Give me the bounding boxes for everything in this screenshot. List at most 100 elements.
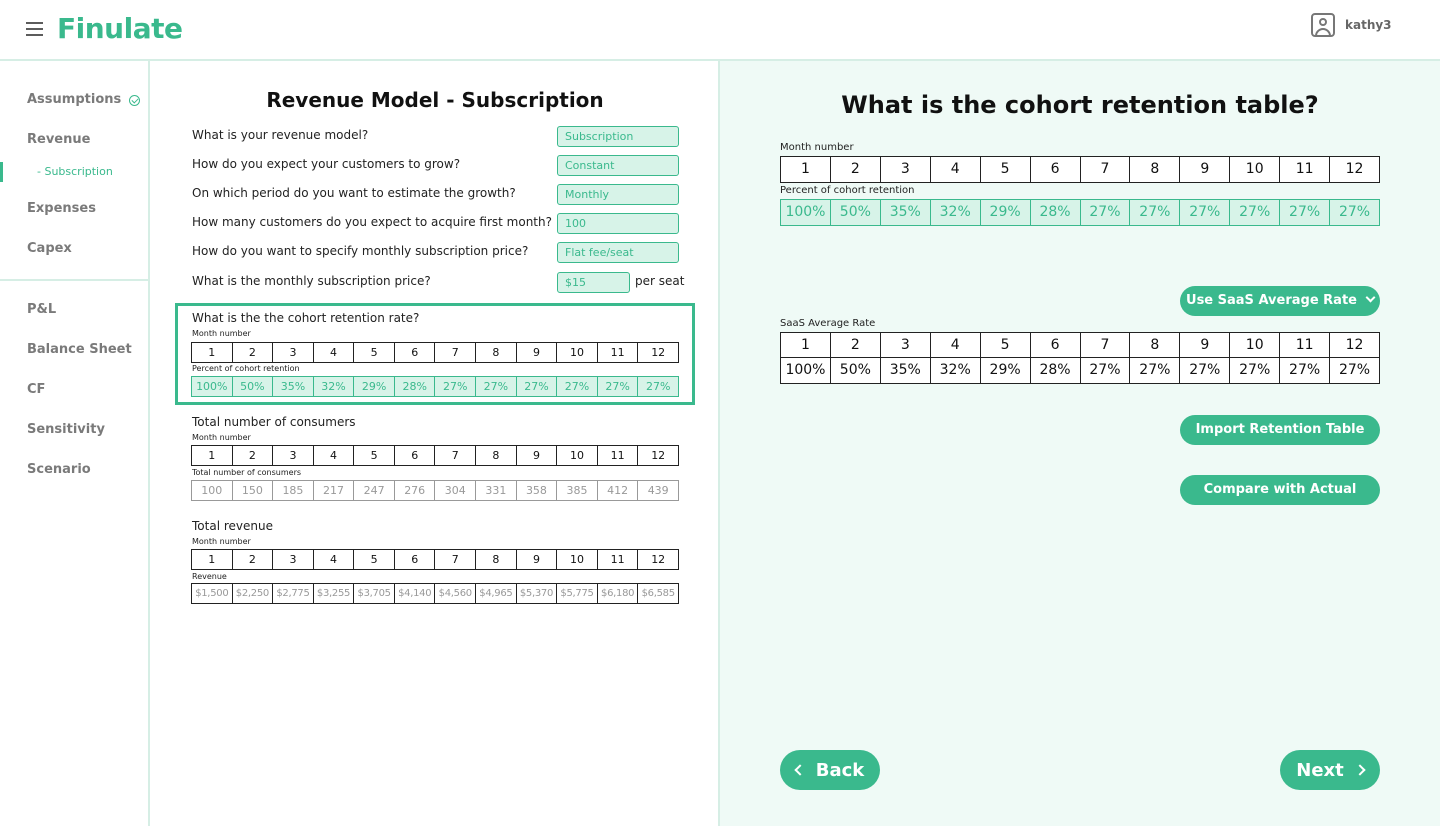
table-cell: $5,775 [557, 584, 598, 604]
revenue-months-row: 1 2 3 4 5 6 7 8 9 10 11 12 [191, 549, 679, 570]
table-cell: 27% [1130, 358, 1181, 384]
sidebar-item-subscription[interactable]: - Subscription [37, 165, 113, 178]
table-cell: 4 [313, 550, 355, 570]
subscription-price-field[interactable]: $15 [557, 272, 630, 293]
table-cell[interactable]: 27% [638, 377, 679, 397]
sidebar-item-scenario[interactable]: Scenario [27, 462, 91, 477]
table-cell[interactable]: 28% [1030, 200, 1081, 226]
sidebar-item-assumptions[interactable]: Assumptions [27, 92, 121, 107]
back-button[interactable]: Back [780, 750, 880, 790]
table-cell: 12 [1330, 157, 1380, 183]
table-cell: 27% [1330, 358, 1380, 384]
table-cell[interactable]: 100% [192, 377, 233, 397]
table-cell[interactable]: 27% [1230, 200, 1281, 226]
table-cell: 1 [192, 446, 233, 466]
price-unit-label: per seat [635, 274, 685, 288]
username[interactable]: kathy3 [1345, 18, 1392, 32]
cohort-retention-label: Percent of cohort retention [780, 185, 915, 196]
table-cell: 10 [557, 446, 598, 466]
table-cell[interactable]: 27% [597, 377, 639, 397]
table-cell[interactable]: 35% [880, 200, 931, 226]
chevron-right-icon [1354, 764, 1366, 776]
user-avatar-icon[interactable] [1311, 13, 1335, 37]
table-cell[interactable]: 27% [516, 377, 558, 397]
saas-values-row: 100% 50% 35% 32% 29% 28% 27% 27% 27% 27% 27% 27% [780, 357, 1380, 384]
compare-with-actual-button[interactable]: Compare with Actual [1180, 475, 1380, 505]
table-cell: 12 [1330, 333, 1380, 359]
table-cell: $4,560 [435, 584, 477, 604]
import-retention-table-button[interactable]: Import Retention Table [1180, 415, 1380, 445]
table-cell: $2,775 [273, 584, 314, 604]
table-cell: $4,140 [394, 584, 436, 604]
table-cell: 10 [1230, 333, 1281, 359]
table-cell: 3 [880, 333, 931, 359]
table-cell: 3 [880, 157, 931, 183]
question-label: How do you expect your customers to grow… [192, 157, 461, 171]
sidebar-item-sensitivity[interactable]: Sensitivity [27, 422, 105, 437]
sidebar-item-cf[interactable]: CF [27, 382, 45, 397]
growth-period-field[interactable]: Monthly [557, 184, 679, 205]
table-cell[interactable]: 27% [1130, 200, 1181, 226]
table-cell: 8 [1130, 333, 1181, 359]
month-number-label: Month number [192, 433, 251, 442]
use-saas-average-rate-button[interactable]: Use SaaS Average Rate [1180, 286, 1380, 316]
sidebar-item-expenses[interactable]: Expenses [27, 201, 96, 216]
table-cell[interactable]: 100% [781, 200, 831, 226]
question-label: How many customers do you expect to acqu… [192, 215, 552, 229]
table-cell[interactable]: 27% [557, 377, 598, 397]
table-cell[interactable]: 50% [232, 377, 274, 397]
question-label: How do you want to specify monthly subsc… [192, 244, 529, 258]
table-cell: 2 [232, 446, 274, 466]
table-cell[interactable]: 27% [435, 377, 477, 397]
consumers-months-row: 1 2 3 4 5 6 7 8 9 10 11 12 [191, 445, 679, 466]
table-cell: 439 [638, 481, 679, 501]
hamburger-menu-icon[interactable] [26, 22, 43, 37]
sidebar-item-pl[interactable]: P&L [27, 302, 56, 317]
table-cell[interactable]: 28% [394, 377, 436, 397]
price-method-field[interactable]: Flat fee/seat [557, 242, 679, 263]
table-cell: 358 [516, 481, 558, 501]
table-cell[interactable]: 50% [830, 200, 881, 226]
sidebar-item-balance-sheet[interactable]: Balance Sheet [27, 342, 132, 357]
table-cell: $6,585 [638, 584, 679, 604]
table-cell: 10 [1230, 157, 1281, 183]
next-label: Next [1296, 759, 1344, 781]
consumers-section-title: Total number of consumers [192, 415, 356, 429]
table-cell: 3 [273, 550, 314, 570]
chevron-down-icon [1365, 292, 1376, 303]
revenue-model-field[interactable]: Subscription [557, 126, 679, 147]
app-logo[interactable]: Finulate [57, 12, 183, 45]
first-month-customers-field[interactable]: 100 [557, 213, 679, 234]
next-button[interactable]: Next [1280, 750, 1380, 790]
table-cell: 12 [638, 446, 679, 466]
panel-title: What is the cohort retention table? [841, 91, 1319, 119]
table-cell[interactable]: 32% [313, 377, 355, 397]
table-cell[interactable]: 27% [1280, 200, 1331, 226]
table-cell[interactable]: 32% [930, 200, 981, 226]
table-cell: 8 [476, 446, 517, 466]
table-cell[interactable]: 29% [354, 377, 395, 397]
table-cell: 28% [1030, 358, 1081, 384]
table-cell[interactable]: 27% [476, 377, 517, 397]
table-cell: 2 [830, 157, 881, 183]
retention-values-row[interactable]: 100% 50% 35% 32% 29% 28% 27% 27% 27% 27% 27% 27% [191, 376, 679, 397]
cohort-retention-row[interactable]: 100% 50% 35% 32% 29% 28% 27% 27% 27% 27% 27% 27% [780, 199, 1380, 226]
table-cell: 276 [394, 481, 436, 501]
table-cell[interactable]: 35% [273, 377, 314, 397]
table-cell: 9 [516, 550, 558, 570]
table-cell[interactable]: 29% [980, 200, 1031, 226]
table-cell[interactable]: 27% [1080, 200, 1131, 226]
saas-button-label: Use SaaS Average Rate [1186, 293, 1357, 308]
table-cell: 8 [476, 550, 517, 570]
sidebar-item-revenue[interactable]: Revenue [27, 132, 90, 147]
table-cell: 412 [597, 481, 639, 501]
question-label: What is your revenue model? [192, 128, 369, 142]
growth-type-field[interactable]: Constant [557, 155, 679, 176]
user-menu[interactable]: kathy3 [1311, 13, 1392, 37]
table-cell: 12 [638, 343, 679, 363]
cohort-months-row: 1 2 3 4 5 6 7 8 9 10 11 12 [780, 156, 1380, 183]
sidebar-item-capex[interactable]: Capex [27, 241, 72, 256]
table-cell: 11 [597, 343, 639, 363]
table-cell[interactable]: 27% [1180, 200, 1231, 226]
table-cell[interactable]: 27% [1330, 200, 1380, 226]
